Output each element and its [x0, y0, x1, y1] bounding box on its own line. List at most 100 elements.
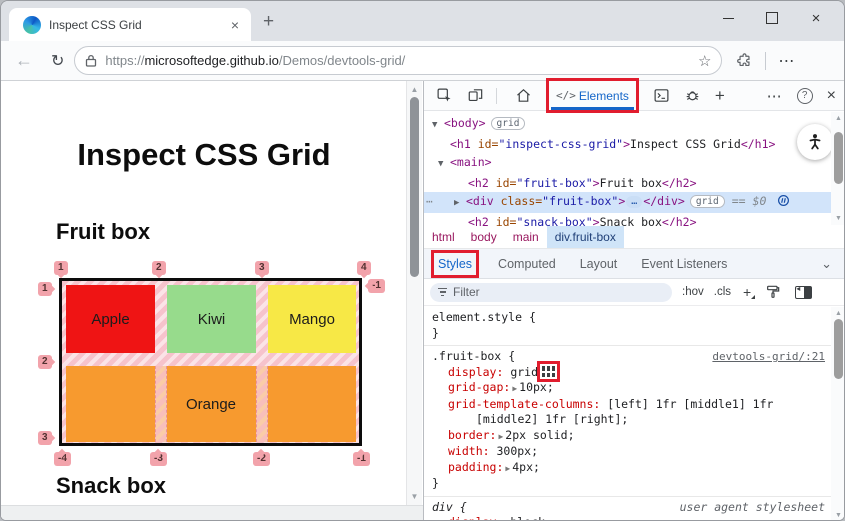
grid-line-badge: 1 — [54, 261, 68, 275]
filter-input[interactable]: Filter — [430, 282, 672, 302]
dollar-zero-hint: == $0 — [731, 194, 767, 209]
back-button[interactable]: ← — [15, 50, 33, 71]
maximize-button[interactable] — [750, 3, 794, 33]
help-icon[interactable]: ? — [796, 87, 813, 104]
rule-divider — [424, 495, 831, 497]
tab-computed[interactable]: Computed — [498, 257, 556, 271]
new-style-rule-button[interactable]: + — [743, 284, 756, 300]
more-menu-icon[interactable]: ⋯ — [767, 87, 783, 105]
inline-expand-icon[interactable]: … — [626, 196, 643, 209]
expand-arrow-icon[interactable]: ▶ — [505, 464, 510, 473]
fruit-box-heading: Fruit box — [56, 219, 151, 244]
css-property-grid-template-columns[interactable]: grid-template-columns: [left] 1fr [middl… — [424, 397, 831, 413]
filter-icon — [438, 287, 447, 297]
grid-cell-mango: Mango — [268, 285, 356, 353]
dom-node-h2-snack[interactable]: <h2 id="snack-box">Snack box</h2> — [424, 213, 844, 226]
toolbar-divider — [496, 87, 497, 104]
grid-adorner-badge[interactable]: grid — [689, 195, 725, 209]
edge-logo-icon — [23, 15, 41, 34]
tab-layout[interactable]: Layout — [580, 257, 618, 271]
refresh-button[interactable]: ↻ — [51, 51, 64, 71]
scroll-up-icon[interactable]: ▲ — [831, 310, 844, 317]
add-tab-icon[interactable]: + — [715, 86, 725, 106]
favorites-star-icon[interactable]: ☆ — [698, 52, 711, 70]
url-scheme: https:// — [105, 53, 145, 68]
css-property-grid-gap[interactable]: grid-gap: ▶ 10px; — [424, 380, 831, 397]
tab-close-icon[interactable]: × — [227, 17, 243, 33]
device-emulation-icon[interactable] — [467, 87, 485, 104]
rendering-icon[interactable] — [765, 284, 781, 300]
minimize-button[interactable] — [706, 3, 750, 33]
accessibility-button[interactable] — [797, 124, 833, 160]
tab-styles[interactable]: Styles — [430, 249, 480, 278]
grid-line-badge: 4 — [357, 261, 371, 275]
styles-pane: element.style { } .fruit-box { devtools-… — [424, 306, 831, 520]
chevron-down-icon[interactable]: ⌄ — [821, 256, 832, 272]
issue-counter-icon[interactable] — [777, 194, 790, 207]
scrollbar-thumb[interactable] — [410, 97, 419, 277]
breadcrumb-main[interactable]: main — [505, 226, 547, 248]
scrollbar-thumb[interactable] — [834, 319, 843, 379]
expand-arrow-icon[interactable]: ▶ — [454, 194, 466, 213]
scrollbar-thumb[interactable] — [834, 132, 843, 184]
expand-arrow-icon[interactable]: ▶ — [498, 432, 503, 441]
expand-arrow-icon[interactable]: ▼ — [432, 116, 444, 135]
page-vertical-scrollbar[interactable]: ▲ ▼ — [406, 81, 422, 505]
address-bar[interactable]: https://microsoftedge.github.io/Demos/de… — [74, 46, 723, 75]
dom-node-h2-fruit[interactable]: <h2 id="fruit-box">Fruit box</h2> — [424, 174, 844, 193]
url-path: /Demos/devtools-grid/ — [278, 53, 406, 68]
css-property-display[interactable]: display: grid — [424, 360, 831, 382]
inspect-element-icon[interactable] — [436, 87, 453, 104]
settings-menu-button[interactable]: ⋯ — [778, 51, 795, 71]
breadcrumb-html[interactable]: html — [424, 226, 463, 248]
scroll-down-icon[interactable]: ▼ — [831, 215, 844, 222]
hover-state-toggle[interactable]: :hov — [682, 286, 704, 298]
breadcrumb-body[interactable]: body — [463, 226, 505, 248]
dom-scrollbar[interactable]: ▲ ▼ — [831, 112, 844, 225]
scroll-down-icon[interactable]: ▼ — [831, 512, 844, 519]
breadcrumb-div-fruit-box[interactable]: div.fruit-box — [546, 226, 624, 248]
browser-toolbar: ← ↻ https://microsoftedge.github.io/Demo… — [1, 41, 844, 81]
grid-adorner-badge[interactable]: grid — [490, 117, 526, 130]
lock-icon — [85, 54, 97, 67]
grid-line-badge: 2 — [38, 355, 52, 369]
tab-event-listeners[interactable]: Event Listeners — [641, 257, 727, 271]
scroll-up-icon[interactable]: ▲ — [831, 115, 844, 122]
sidebar-toggle-icon[interactable] — [795, 284, 813, 299]
tab-elements[interactable]: </> Elements — [546, 78, 639, 113]
new-tab-button[interactable]: + — [263, 12, 274, 31]
dom-node-h1[interactable]: <h1 id="inspect-css-grid">Inspect CSS Gr… — [424, 135, 844, 154]
element-style-rule[interactable]: element.style { — [424, 310, 831, 326]
home-icon[interactable] — [515, 87, 532, 104]
expand-arrow-icon[interactable]: ▶ — [512, 384, 517, 393]
bug-icon[interactable] — [684, 87, 701, 104]
grid-line-badge: 3 — [255, 261, 269, 275]
dom-node-main[interactable]: ▼ <main> — [424, 153, 844, 174]
node-menu-icon[interactable]: ⋯ — [426, 193, 442, 212]
toolbar-divider — [765, 51, 767, 70]
dom-node-body[interactable]: ▼ <body> grid — [424, 114, 844, 135]
css-property-width[interactable]: width: 300px; — [424, 444, 831, 460]
tab-title: Inspect CSS Grid — [49, 17, 142, 32]
extensions-icon[interactable] — [736, 52, 753, 69]
scroll-up-icon[interactable]: ▲ — [407, 85, 422, 94]
class-toggle[interactable]: .cls — [714, 286, 731, 298]
web-page: Inspect CSS Grid Fruit box 1 2 3 4 1 2 3… — [1, 81, 424, 520]
grid-editor-icon[interactable] — [537, 360, 561, 382]
close-devtools-icon[interactable]: × — [827, 87, 836, 105]
console-drawer-icon[interactable] — [653, 87, 670, 104]
page-horizontal-scrollbar[interactable] — [1, 505, 423, 520]
browser-tab[interactable]: Inspect CSS Grid × — [9, 8, 251, 41]
css-property-border[interactable]: border: ▶ 2px solid; — [424, 428, 831, 445]
fruit-box-rule-header[interactable]: .fruit-box { devtools-grid/:21 — [424, 349, 831, 365]
close-window-button[interactable]: × — [794, 3, 838, 33]
dom-node-div-fruit-box-selected[interactable]: ⋯ ▶ <div class="fruit-box">… </div> grid == $… — [424, 192, 844, 213]
grid-gap-overlay — [256, 366, 268, 442]
devtools-toolbar: </> Elements + ⋯ ? × — [424, 78, 844, 113]
styles-scrollbar[interactable]: ▲ ▼ — [831, 307, 844, 520]
css-property-padding[interactable]: padding: ▶ 4px; — [424, 460, 831, 477]
scroll-down-icon[interactable]: ▼ — [407, 492, 422, 501]
expand-arrow-icon[interactable]: ▼ — [438, 155, 450, 174]
div-user-agent-rule-header[interactable]: div { user agent stylesheet — [424, 500, 831, 516]
stylesheet-source-link[interactable]: devtools-grid/:21 — [712, 349, 825, 365]
